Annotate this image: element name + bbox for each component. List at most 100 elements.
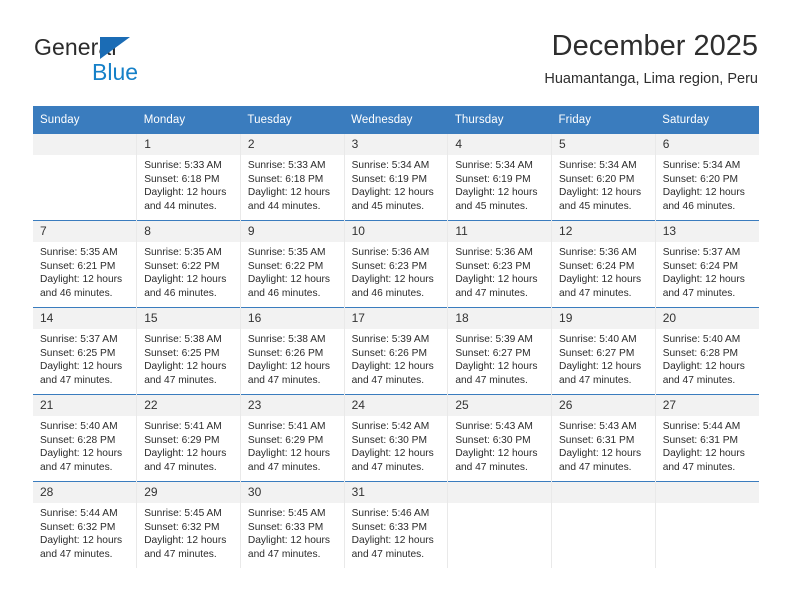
day-info bbox=[656, 503, 759, 507]
sunrise-text: Sunrise: 5:41 AM bbox=[247, 421, 326, 432]
day-info: Sunrise: 5:40 AM Sunset: 6:28 PM Dayligh… bbox=[656, 329, 759, 387]
daylight-text-line1: Daylight: 12 hours bbox=[559, 187, 642, 199]
day-cell[interactable]: 30 Sunrise: 5:45 AM Sunset: 6:33 PM Dayl… bbox=[239, 481, 345, 568]
day-cell[interactable]: 3 Sunrise: 5:34 AM Sunset: 6:19 PM Dayli… bbox=[343, 134, 448, 221]
day-cell[interactable]: 1 Sunrise: 5:33 AM Sunset: 6:18 PM Dayli… bbox=[136, 134, 241, 221]
day-cell[interactable] bbox=[551, 481, 656, 568]
day-cell[interactable] bbox=[447, 481, 552, 568]
daylight-text-line2: and 47 minutes. bbox=[559, 374, 632, 386]
day-info: Sunrise: 5:34 AM Sunset: 6:20 PM Dayligh… bbox=[552, 155, 655, 213]
sunrise-text: Sunrise: 5:37 AM bbox=[662, 247, 741, 258]
day-cell[interactable]: 19 Sunrise: 5:40 AM Sunset: 6:27 PM Dayl… bbox=[551, 307, 656, 395]
day-number: 5 bbox=[552, 134, 655, 155]
day-cell[interactable]: 24 Sunrise: 5:42 AM Sunset: 6:30 PM Dayl… bbox=[343, 394, 448, 482]
day-cell[interactable]: 13 Sunrise: 5:37 AM Sunset: 6:24 PM Dayl… bbox=[654, 220, 759, 308]
day-cell[interactable]: 9 Sunrise: 5:35 AM Sunset: 6:22 PM Dayli… bbox=[239, 220, 345, 308]
daylight-text-line1: Daylight: 12 hours bbox=[144, 274, 227, 286]
day-cell[interactable]: 22 Sunrise: 5:41 AM Sunset: 6:29 PM Dayl… bbox=[136, 394, 241, 482]
daylight-text-line2: and 47 minutes. bbox=[455, 374, 528, 386]
daylight-text-line1: Daylight: 12 hours bbox=[40, 274, 123, 286]
sunrise-text: Sunrise: 5:41 AM bbox=[144, 421, 222, 432]
day-cell[interactable]: 18 Sunrise: 5:39 AM Sunset: 6:27 PM Dayl… bbox=[447, 307, 552, 395]
day-cell[interactable]: 31 Sunrise: 5:46 AM Sunset: 6:33 PM Dayl… bbox=[343, 481, 448, 568]
sunset-text: Sunset: 6:18 PM bbox=[247, 173, 324, 185]
day-cell[interactable]: 27 Sunrise: 5:44 AM Sunset: 6:31 PM Dayl… bbox=[654, 394, 759, 482]
day-cell[interactable]: 21 Sunrise: 5:40 AM Sunset: 6:28 PM Dayl… bbox=[33, 394, 137, 482]
general-blue-logo[interactable]: General Blue bbox=[34, 34, 224, 94]
daylight-text-line1: Daylight: 12 hours bbox=[351, 361, 434, 373]
daylight-text-line2: and 47 minutes. bbox=[40, 374, 113, 386]
sunrise-text: Sunrise: 5:35 AM bbox=[247, 247, 326, 258]
day-cell[interactable]: 23 Sunrise: 5:41 AM Sunset: 6:29 PM Dayl… bbox=[239, 394, 345, 482]
day-cell[interactable]: 5 Sunrise: 5:34 AM Sunset: 6:20 PM Dayli… bbox=[551, 134, 656, 221]
day-number: 14 bbox=[33, 308, 137, 329]
day-cell[interactable]: 25 Sunrise: 5:43 AM Sunset: 6:30 PM Dayl… bbox=[447, 394, 552, 482]
sunrise-text: Sunrise: 5:34 AM bbox=[351, 160, 430, 171]
daylight-text-line2: and 47 minutes. bbox=[40, 548, 113, 560]
sunrise-text: Sunrise: 5:40 AM bbox=[559, 334, 637, 345]
sunset-text: Sunset: 6:27 PM bbox=[455, 347, 531, 359]
day-cell[interactable] bbox=[33, 134, 137, 221]
day-cell[interactable]: 26 Sunrise: 5:43 AM Sunset: 6:31 PM Dayl… bbox=[551, 394, 656, 482]
daylight-text-line2: and 46 minutes. bbox=[662, 200, 736, 212]
sunset-text: Sunset: 6:26 PM bbox=[351, 347, 427, 359]
daylight-text-line1: Daylight: 12 hours bbox=[662, 448, 745, 460]
sunset-text: Sunset: 6:29 PM bbox=[144, 434, 220, 446]
sunrise-text: Sunrise: 5:33 AM bbox=[144, 160, 222, 171]
calendar-page: General Blue December 2025 Huamantanga, … bbox=[0, 0, 792, 612]
day-cell[interactable]: 8 Sunrise: 5:35 AM Sunset: 6:22 PM Dayli… bbox=[136, 220, 241, 308]
day-number: 27 bbox=[655, 395, 759, 416]
daylight-text-line2: and 46 minutes. bbox=[144, 287, 217, 299]
daylight-text-line2: and 47 minutes. bbox=[559, 287, 632, 299]
sunrise-text: Sunrise: 5:36 AM bbox=[559, 247, 637, 258]
day-cell[interactable]: 7 Sunrise: 5:35 AM Sunset: 6:21 PM Dayli… bbox=[33, 220, 137, 308]
daylight-text-line1: Daylight: 12 hours bbox=[144, 448, 227, 460]
day-number bbox=[655, 482, 759, 503]
sunrise-text: Sunrise: 5:34 AM bbox=[662, 160, 741, 171]
day-info: Sunrise: 5:36 AM Sunset: 6:24 PM Dayligh… bbox=[552, 242, 655, 300]
day-number: 21 bbox=[33, 395, 137, 416]
day-cell[interactable]: 20 Sunrise: 5:40 AM Sunset: 6:28 PM Dayl… bbox=[654, 307, 759, 395]
day-info: Sunrise: 5:33 AM Sunset: 6:18 PM Dayligh… bbox=[137, 155, 240, 213]
day-number: 30 bbox=[240, 482, 344, 503]
daylight-text-line1: Daylight: 12 hours bbox=[40, 535, 123, 547]
calendar-table: Sunday Monday Tuesday Wednesday Thursday… bbox=[33, 106, 759, 568]
calendar-week-row: 7 Sunrise: 5:35 AM Sunset: 6:21 PM Dayli… bbox=[33, 220, 759, 308]
daylight-text-line1: Daylight: 12 hours bbox=[247, 448, 331, 460]
day-number: 11 bbox=[448, 221, 552, 242]
sunrise-text: Sunrise: 5:40 AM bbox=[662, 334, 741, 345]
day-cell[interactable]: 10 Sunrise: 5:36 AM Sunset: 6:23 PM Dayl… bbox=[343, 220, 448, 308]
day-cell[interactable]: 14 Sunrise: 5:37 AM Sunset: 6:25 PM Dayl… bbox=[33, 307, 137, 395]
day-info: Sunrise: 5:44 AM Sunset: 6:32 PM Dayligh… bbox=[33, 503, 136, 561]
day-cell[interactable]: 2 Sunrise: 5:33 AM Sunset: 6:18 PM Dayli… bbox=[239, 134, 345, 221]
daylight-text-line2: and 47 minutes. bbox=[144, 548, 217, 560]
daylight-text-line2: and 47 minutes. bbox=[455, 287, 528, 299]
day-cell[interactable]: 16 Sunrise: 5:38 AM Sunset: 6:26 PM Dayl… bbox=[239, 307, 345, 395]
daylight-text-line1: Daylight: 12 hours bbox=[144, 535, 227, 547]
daylight-text-line2: and 47 minutes. bbox=[351, 374, 425, 386]
daylight-text-line1: Daylight: 12 hours bbox=[455, 274, 538, 286]
day-cell[interactable] bbox=[654, 481, 759, 568]
day-number: 22 bbox=[137, 395, 240, 416]
day-cell[interactable]: 17 Sunrise: 5:39 AM Sunset: 6:26 PM Dayl… bbox=[343, 307, 448, 395]
day-number: 3 bbox=[344, 134, 448, 155]
sunset-text: Sunset: 6:19 PM bbox=[351, 173, 427, 185]
daylight-text-line2: and 45 minutes. bbox=[455, 200, 528, 212]
day-cell[interactable]: 15 Sunrise: 5:38 AM Sunset: 6:25 PM Dayl… bbox=[136, 307, 241, 395]
day-cell[interactable]: 6 Sunrise: 5:34 AM Sunset: 6:20 PM Dayli… bbox=[654, 134, 759, 221]
day-cell[interactable]: 12 Sunrise: 5:36 AM Sunset: 6:24 PM Dayl… bbox=[551, 220, 656, 308]
day-info: Sunrise: 5:34 AM Sunset: 6:20 PM Dayligh… bbox=[656, 155, 759, 213]
title-block: December 2025 Huamantanga, Lima region, … bbox=[544, 28, 758, 90]
day-number bbox=[448, 482, 552, 503]
sunrise-text: Sunrise: 5:35 AM bbox=[40, 247, 118, 258]
day-cell[interactable]: 28 Sunrise: 5:44 AM Sunset: 6:32 PM Dayl… bbox=[33, 481, 137, 568]
day-cell[interactable]: 29 Sunrise: 5:45 AM Sunset: 6:32 PM Dayl… bbox=[136, 481, 241, 568]
sunrise-text: Sunrise: 5:38 AM bbox=[144, 334, 222, 345]
weekday-header-thursday: Thursday bbox=[447, 106, 552, 134]
day-number: 31 bbox=[344, 482, 448, 503]
daylight-text-line1: Daylight: 12 hours bbox=[40, 361, 123, 373]
sunset-text: Sunset: 6:31 PM bbox=[662, 434, 739, 446]
day-cell[interactable]: 4 Sunrise: 5:34 AM Sunset: 6:19 PM Dayli… bbox=[447, 134, 552, 221]
day-info: Sunrise: 5:45 AM Sunset: 6:32 PM Dayligh… bbox=[137, 503, 240, 561]
day-cell[interactable]: 11 Sunrise: 5:36 AM Sunset: 6:23 PM Dayl… bbox=[447, 220, 552, 308]
